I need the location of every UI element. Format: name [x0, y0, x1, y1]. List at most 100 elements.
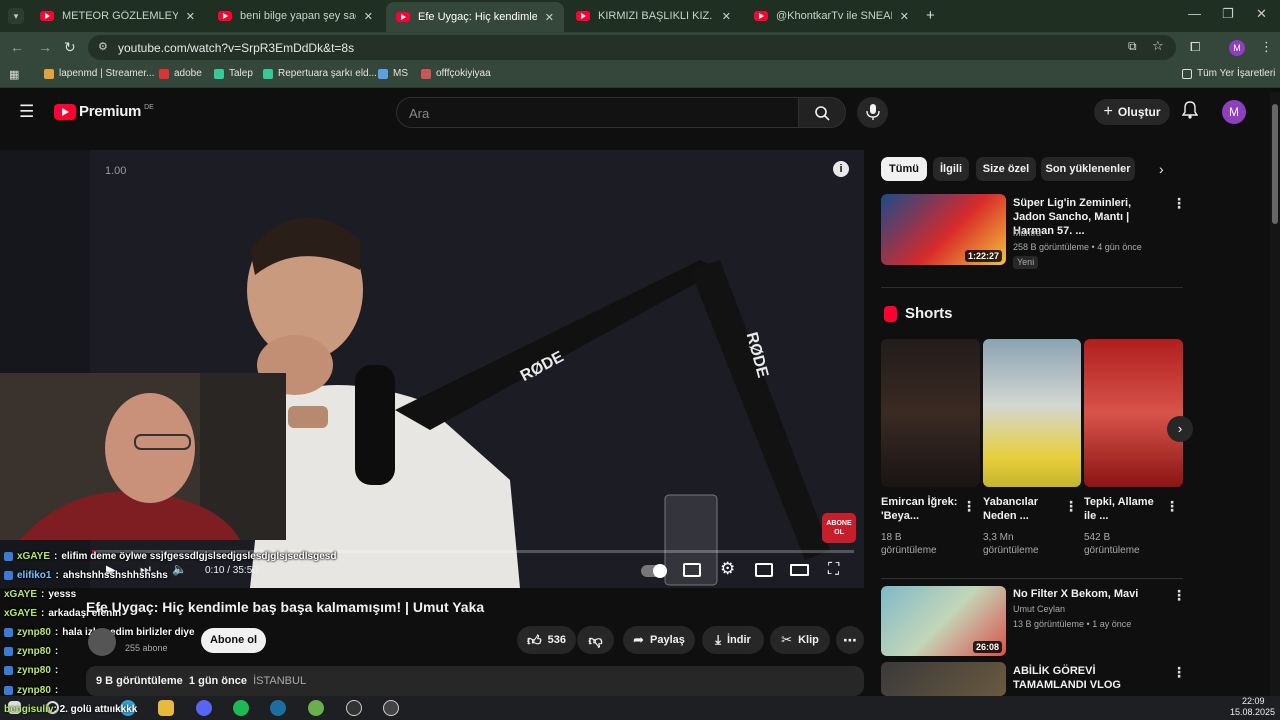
- chevron-right-icon[interactable]: ›: [1159, 161, 1164, 177]
- profile-avatar[interactable]: M: [1229, 40, 1245, 56]
- hamburger-menu-icon[interactable]: ☰: [19, 102, 34, 122]
- more-options-icon[interactable]: ⋮: [962, 498, 976, 515]
- spotify-icon[interactable]: [233, 700, 249, 716]
- bookmark-item[interactable]: adobe: [159, 68, 202, 79]
- shorts-next-button[interactable]: ›: [1167, 416, 1193, 442]
- short-title[interactable]: Tepki, Allame ile ...: [1084, 495, 1156, 523]
- subtitles-icon[interactable]: [683, 563, 701, 577]
- close-window-icon[interactable]: ✕: [1256, 6, 1267, 22]
- dislike-button[interactable]: 👎︎: [577, 626, 614, 654]
- clock-time[interactable]: 22:09: [1242, 696, 1265, 706]
- chrome-icon[interactable]: [308, 700, 324, 716]
- search-button[interactable]: [798, 97, 846, 128]
- subscribe-button[interactable]: Abone ol: [201, 628, 266, 653]
- playback-speed-overlay: 1.00: [105, 165, 127, 177]
- browser-tab[interactable]: METEOR GÖZLEMLEYEMEME - ✕: [30, 4, 205, 28]
- chip-related[interactable]: İlgili: [933, 157, 969, 181]
- search-input[interactable]: Ara: [396, 97, 799, 128]
- video-thumbnail[interactable]: 1:22:27: [881, 194, 1006, 265]
- new-tab-icon[interactable]: +: [926, 7, 935, 24]
- obs-icon[interactable]: [346, 700, 362, 716]
- short-title[interactable]: Emircan İğrek: 'Beya...: [881, 495, 959, 523]
- settings-gear-icon[interactable]: ⚙: [720, 559, 735, 579]
- create-button[interactable]: + Oluştur: [1094, 99, 1170, 125]
- extensions-icon[interactable]: ⧠: [1190, 39, 1200, 55]
- browser-tab[interactable]: beni bilge yapan şey sağlam bi ✕: [208, 4, 383, 28]
- back-icon[interactable]: ←: [10, 39, 24, 55]
- volume-icon[interactable]: 🔈: [172, 562, 187, 576]
- notifications-bell-icon[interactable]: [1181, 101, 1199, 124]
- discord-icon[interactable]: [196, 700, 212, 716]
- more-options-icon[interactable]: ⋮: [1064, 498, 1078, 515]
- bookmark-item[interactable]: lapenmd | Streamer...: [44, 68, 154, 79]
- cast-icon[interactable]: ⧉: [1128, 39, 1137, 54]
- video-title-link[interactable]: ABİLİK GÖREVİ TAMAMLANDI VLOG: [1013, 664, 1163, 692]
- file-explorer-icon[interactable]: [158, 700, 174, 716]
- forward-icon[interactable]: →: [38, 39, 52, 55]
- more-actions-button[interactable]: ⋯: [836, 626, 864, 654]
- autoplay-toggle[interactable]: [641, 564, 667, 578]
- bookmark-favicon-icon: [378, 68, 388, 79]
- app-icon[interactable]: [383, 700, 399, 716]
- chip-all[interactable]: Tümü: [881, 157, 927, 181]
- channel-name[interactable]: Mantra: [1013, 227, 1041, 240]
- bookmark-item[interactable]: Talep: [214, 68, 253, 79]
- close-tab-icon[interactable]: ✕: [364, 10, 373, 23]
- more-options-icon[interactable]: ⋮: [1172, 587, 1186, 604]
- browser-tab[interactable]: KIRMIZI BAŞLIKLI KIZ. BİR DOM ✕: [566, 4, 741, 28]
- page-scrollbar[interactable]: [1270, 92, 1280, 696]
- video-thumbnail[interactable]: 26:08: [881, 586, 1006, 656]
- close-tab-icon[interactable]: ✕: [900, 10, 909, 23]
- more-options-icon[interactable]: ⋮: [1165, 498, 1179, 515]
- close-tab-icon[interactable]: ✕: [545, 11, 554, 24]
- clock-date[interactable]: 15.08.2025: [1230, 707, 1275, 717]
- bookmark-star-icon[interactable]: ☆: [1152, 38, 1164, 54]
- chip-recently-uploaded[interactable]: Son yüklenenler: [1041, 157, 1135, 181]
- minimize-icon[interactable]: —: [1188, 6, 1201, 21]
- short-title[interactable]: Yabancılar Neden ...: [983, 495, 1055, 523]
- channel-avatar[interactable]: [88, 628, 116, 656]
- subscribe-overlay-badge[interactable]: ABONE OL: [822, 513, 856, 543]
- bookmark-item[interactable]: Repertuara şarkı eld...: [263, 68, 377, 79]
- info-icon[interactable]: i: [833, 161, 849, 177]
- tab-search-icon[interactable]: ▾: [8, 8, 24, 24]
- browser-tab-active[interactable]: Efe Uygaç: Hiç kendimle baş ba ✕: [386, 2, 564, 32]
- apps-grid-icon[interactable]: ▦: [9, 68, 19, 81]
- scrollbar-thumb[interactable]: [1272, 104, 1278, 224]
- download-button[interactable]: ⤓ İndir: [702, 626, 764, 654]
- address-bar[interactable]: ⚙ youtube.com/watch?v=SrpR3EmDdDk&t=8s ⧉…: [88, 35, 1176, 60]
- chat-message: elifiko1: ahshshhsshshhshshs: [4, 570, 168, 581]
- miniplayer-icon[interactable]: [755, 563, 773, 577]
- site-info-icon[interactable]: ⚙: [98, 40, 108, 53]
- like-button[interactable]: 👍︎ 536: [517, 626, 576, 654]
- short-thumbnail[interactable]: [1084, 339, 1183, 487]
- more-options-icon[interactable]: ⋮: [1172, 195, 1186, 212]
- short-thumbnail[interactable]: [881, 339, 980, 487]
- more-options-icon[interactable]: ⋮: [1172, 664, 1186, 681]
- browser-tab[interactable]: @KhontkarTv ile SNEAKER ALIŞ ✕: [744, 4, 919, 28]
- all-bookmarks-folder[interactable]: Tüm Yer İşaretleri: [1182, 68, 1275, 79]
- bookmark-item[interactable]: MS: [378, 68, 408, 79]
- divider: [881, 287, 1183, 288]
- youtube-logo[interactable]: Premium DE: [54, 103, 154, 120]
- video-title-link[interactable]: No Filter X Bekom, Mavi: [1013, 587, 1163, 601]
- close-tab-icon[interactable]: ✕: [186, 10, 195, 23]
- steam-icon[interactable]: [270, 700, 286, 716]
- theater-mode-icon[interactable]: [790, 564, 809, 576]
- browser-menu-icon[interactable]: ⋮: [1260, 39, 1273, 55]
- account-avatar[interactable]: M: [1222, 100, 1246, 124]
- channel-name[interactable]: Umut Ceylan: [1013, 603, 1065, 616]
- chip-for-you[interactable]: Size özel: [976, 157, 1036, 181]
- premium-label: Premium: [79, 103, 142, 120]
- description-box[interactable]: 9 B görüntüleme 1 gün önce İSTANBUL: [86, 666, 864, 696]
- bookmark-item[interactable]: offfçokiyiyaa: [421, 68, 491, 79]
- short-thumbnail[interactable]: [983, 339, 1081, 487]
- share-button[interactable]: ➦ Paylaş: [623, 626, 695, 654]
- reload-icon[interactable]: ↻: [64, 39, 76, 56]
- clip-button[interactable]: ✂ Klip: [770, 626, 830, 654]
- fullscreen-icon[interactable]: ⛶: [828, 561, 839, 579]
- video-thumbnail[interactable]: [881, 662, 1006, 696]
- close-tab-icon[interactable]: ✕: [722, 10, 731, 23]
- voice-search-button[interactable]: [857, 97, 888, 128]
- maximize-icon[interactable]: ❐: [1222, 6, 1234, 22]
